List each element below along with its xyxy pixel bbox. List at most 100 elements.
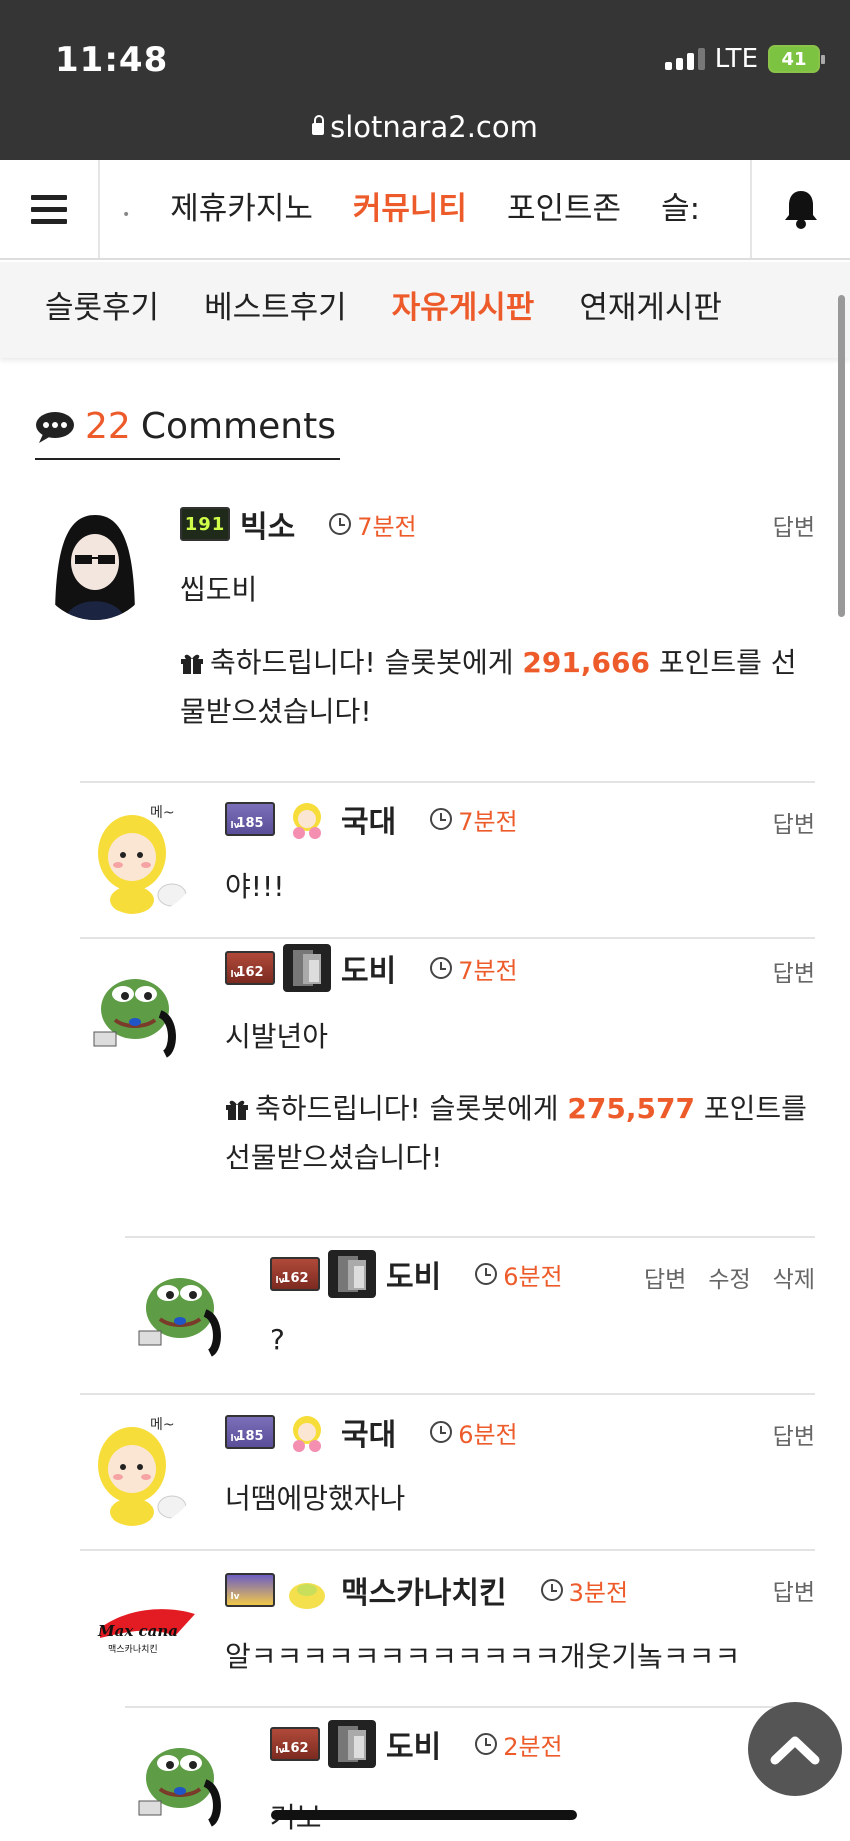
user-emblem bbox=[328, 1720, 376, 1768]
comment-time: 2분전 bbox=[503, 1732, 563, 1761]
home-indicator[interactable] bbox=[271, 1810, 577, 1820]
avatar[interactable] bbox=[125, 1723, 245, 1841]
level-prefix: lv bbox=[230, 1592, 240, 1602]
comment-divider bbox=[80, 781, 815, 783]
tab-series-board[interactable]: 연재게시판 bbox=[579, 262, 722, 354]
comment-author[interactable]: 도비 bbox=[386, 1722, 441, 1766]
comment-text: 너땜에망했자나 bbox=[225, 1482, 406, 1515]
user-emblem bbox=[283, 944, 331, 992]
nav-item-slot[interactable]: 슬: bbox=[661, 160, 700, 258]
comment-text: 시발년아 bbox=[225, 1020, 329, 1053]
comment-time: 7분전 bbox=[357, 512, 417, 541]
clock-icon bbox=[475, 1263, 498, 1285]
tab-free-board[interactable]: 자유게시판 bbox=[392, 262, 535, 354]
network-label: LTE bbox=[714, 44, 758, 74]
clock-icon bbox=[329, 513, 352, 535]
url-text: slotnara2.com bbox=[330, 110, 538, 144]
avatar[interactable]: 메~ bbox=[80, 1407, 200, 1527]
battery-icon: 41 bbox=[768, 45, 825, 73]
comment-author[interactable]: 맥스카나치킨 bbox=[341, 1568, 507, 1612]
gift-amount: 275,577 bbox=[567, 1092, 695, 1125]
avatar[interactable] bbox=[35, 500, 155, 620]
avatar[interactable]: 메~ bbox=[80, 795, 200, 915]
clock-icon bbox=[540, 1579, 563, 1601]
comment-text: ? bbox=[270, 1323, 285, 1356]
clock-icon bbox=[430, 808, 453, 830]
comment-text: 야!!! bbox=[225, 870, 285, 903]
reply-button[interactable]: 답변 bbox=[644, 1260, 686, 1294]
comments-header: 22 Comments bbox=[35, 395, 340, 460]
nav-item-partner-casino[interactable]: 제휴카지노 bbox=[170, 160, 313, 258]
comment-time: 3분전 bbox=[568, 1578, 629, 1607]
comment-author[interactable]: 국대 bbox=[341, 797, 396, 841]
nav-scroll-marker: • bbox=[122, 207, 131, 223]
top-nav: • 제휴카지노 커뮤니티 포인트존 슬: bbox=[0, 160, 850, 260]
signal-icon bbox=[664, 48, 705, 70]
bell-icon[interactable] bbox=[750, 160, 850, 258]
level-prefix: lv bbox=[275, 1276, 285, 1286]
comment-divider bbox=[80, 937, 815, 939]
avatar[interactable] bbox=[80, 954, 200, 1074]
level-badge: lv 162 bbox=[270, 1727, 320, 1761]
comment-author[interactable]: 도비 bbox=[386, 1252, 441, 1296]
comment-time: 7분전 bbox=[458, 956, 518, 985]
user-emblem bbox=[283, 1408, 331, 1456]
edit-button[interactable]: 수정 bbox=[708, 1260, 750, 1294]
reply-button[interactable]: 답변 bbox=[773, 1573, 815, 1607]
comment-time: 7분전 bbox=[458, 807, 518, 836]
delete-button[interactable]: 삭제 bbox=[773, 1260, 815, 1294]
comment-divider bbox=[80, 1549, 815, 1551]
level-badge: lv 185 bbox=[225, 802, 275, 836]
comment-time: 6분전 bbox=[503, 1262, 563, 1291]
svg-text:메~: 메~ bbox=[150, 1417, 175, 1433]
gift-amount: 291,666 bbox=[522, 646, 650, 679]
comment-author[interactable]: 국대 bbox=[341, 1410, 396, 1454]
clock-icon bbox=[475, 1733, 498, 1755]
gift-notice: 축하드립니다! 슬롯봇에게 275,577 포인트를 선물받으셨습니다! bbox=[225, 1092, 807, 1174]
menu-icon[interactable] bbox=[0, 160, 100, 258]
user-emblem bbox=[283, 1566, 331, 1614]
comment-divider bbox=[125, 1706, 815, 1708]
speech-bubble-icon bbox=[36, 411, 74, 443]
avatar[interactable]: Max cana 맥스카나치킨 bbox=[80, 1566, 200, 1686]
scroll-top-button[interactable] bbox=[748, 1702, 842, 1796]
level-badge: lv 162 bbox=[270, 1257, 320, 1291]
comment-divider bbox=[125, 1236, 815, 1238]
comment-time: 6분전 bbox=[458, 1420, 518, 1449]
level-prefix: lv bbox=[230, 821, 240, 831]
reply-button[interactable]: 답변 bbox=[773, 805, 815, 839]
comment-author[interactable]: 빅소 bbox=[240, 502, 295, 546]
svg-text:Max cana: Max cana bbox=[97, 1622, 178, 1640]
clock-icon bbox=[430, 1421, 453, 1443]
nav-item-community[interactable]: 커뮤니티 bbox=[353, 160, 467, 258]
lock-icon bbox=[312, 115, 325, 135]
comment-divider bbox=[80, 1393, 815, 1395]
page-scrollbar[interactable] bbox=[838, 295, 845, 617]
tab-slot-review[interactable]: 슬롯후기 bbox=[45, 262, 159, 354]
reply-button[interactable]: 답변 bbox=[773, 508, 815, 542]
level-prefix: lv bbox=[230, 1434, 240, 1444]
comment-text: 씹도비 bbox=[180, 573, 258, 606]
level-badge: lv 162 bbox=[225, 951, 275, 985]
user-emblem bbox=[328, 1250, 376, 1298]
gift-icon bbox=[181, 654, 203, 674]
level-prefix: lv bbox=[275, 1746, 285, 1756]
comment-text: 알ㅋㅋㅋㅋㅋㅋㅋㅋㅋㅋㅋㅋ개웃기놐ㅋㅋㅋ bbox=[225, 1640, 741, 1673]
comments-label: Comments bbox=[140, 406, 336, 447]
level-prefix: lv bbox=[230, 970, 240, 980]
nav-item-point-zone[interactable]: 포인트존 bbox=[507, 160, 621, 258]
url-bar[interactable]: slotnara2.com bbox=[0, 110, 850, 144]
tab-best-review[interactable]: 베스트후기 bbox=[204, 262, 347, 354]
reply-button[interactable]: 답변 bbox=[773, 954, 815, 988]
status-bar: 11:48 LTE 41 slotnara2.com bbox=[0, 0, 850, 160]
svg-text:맥스카나치킨: 맥스카나치킨 bbox=[108, 1643, 158, 1655]
gift-notice: 축하드립니다! 슬롯봇에게 291,666 포인트를 선 물받으셨습니다! bbox=[180, 646, 797, 728]
level-badge: 191 bbox=[180, 507, 230, 541]
reply-button[interactable]: 답변 bbox=[773, 1417, 815, 1451]
avatar[interactable] bbox=[125, 1253, 245, 1373]
comment-author[interactable]: 도비 bbox=[341, 946, 396, 990]
chevron-up-icon bbox=[770, 1736, 820, 1765]
level-badge: lv bbox=[225, 1573, 275, 1607]
clock-icon bbox=[430, 957, 453, 979]
board-tabs: 슬롯후기 베스트후기 자유게시판 연재게시판 bbox=[0, 262, 850, 358]
